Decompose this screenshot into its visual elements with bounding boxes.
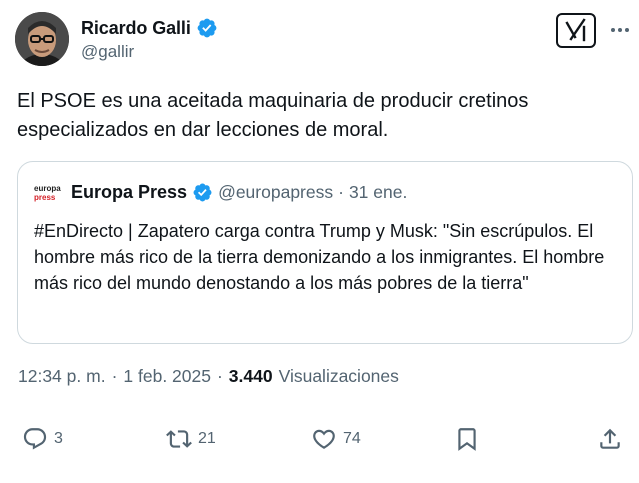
- share-button[interactable]: [597, 426, 623, 452]
- more-icon: [611, 28, 629, 32]
- action-bar: 3 21 74: [0, 426, 639, 462]
- quote-separator: ·: [338, 182, 344, 202]
- author-name-row[interactable]: Ricardo Galli: [81, 17, 218, 39]
- like-button[interactable]: 74: [311, 426, 361, 452]
- reply-count: 3: [54, 430, 63, 447]
- share-icon: [600, 428, 620, 449]
- repost-button[interactable]: 21: [166, 426, 216, 452]
- like-count: 74: [343, 430, 361, 447]
- quote-text: #EnDirecto | Zapatero carga contra Trump…: [34, 221, 605, 293]
- views-count: 3.440: [228, 366, 273, 386]
- verified-badge-icon: [193, 183, 212, 202]
- quote-date[interactable]: 31 ene.: [349, 182, 407, 203]
- tweet-meta: 12:34 p. m. · 1 feb. 2025 · 3.440 Visual…: [18, 366, 399, 387]
- quoted-tweet-card[interactable]: europa press Europa Press @europapress ·…: [17, 161, 633, 344]
- views-label: Visualizaciones: [278, 366, 399, 386]
- logo-line-press: press: [34, 193, 56, 202]
- repost-icon: [166, 430, 192, 448]
- author-handle[interactable]: @gallir: [81, 42, 134, 62]
- grok-button[interactable]: [556, 13, 596, 48]
- grok-icon: [565, 18, 586, 42]
- reply-icon: [23, 428, 47, 450]
- bookmark-button[interactable]: [454, 426, 480, 452]
- tweet-time[interactable]: 12:34 p. m.: [18, 366, 106, 387]
- quote-author-handle[interactable]: @europapress: [218, 182, 333, 203]
- meta-separator: ·: [111, 366, 118, 386]
- like-icon: [313, 429, 335, 449]
- more-button[interactable]: [608, 20, 632, 40]
- quote-header: Europa Press @europapress · 31 ene.: [71, 182, 407, 203]
- avatar[interactable]: [15, 12, 69, 66]
- reply-button[interactable]: 3: [22, 426, 63, 452]
- tweet-text: El PSOE es una aceitada maquinaria de pr…: [17, 90, 529, 141]
- logo-line-europa: europa: [34, 184, 61, 193]
- quote-avatar-logo[interactable]: europa press: [34, 184, 64, 206]
- repost-count: 21: [198, 430, 216, 447]
- verified-badge-icon: [197, 18, 217, 38]
- author-name[interactable]: Ricardo Galli: [81, 18, 191, 39]
- quote-author-name[interactable]: Europa Press: [71, 182, 187, 203]
- bookmark-icon: [458, 428, 476, 451]
- tweet-header: Ricardo Galli @gallir: [15, 12, 629, 68]
- tweet-date[interactable]: 1 feb. 2025: [123, 366, 211, 387]
- meta-separator: ·: [216, 366, 223, 386]
